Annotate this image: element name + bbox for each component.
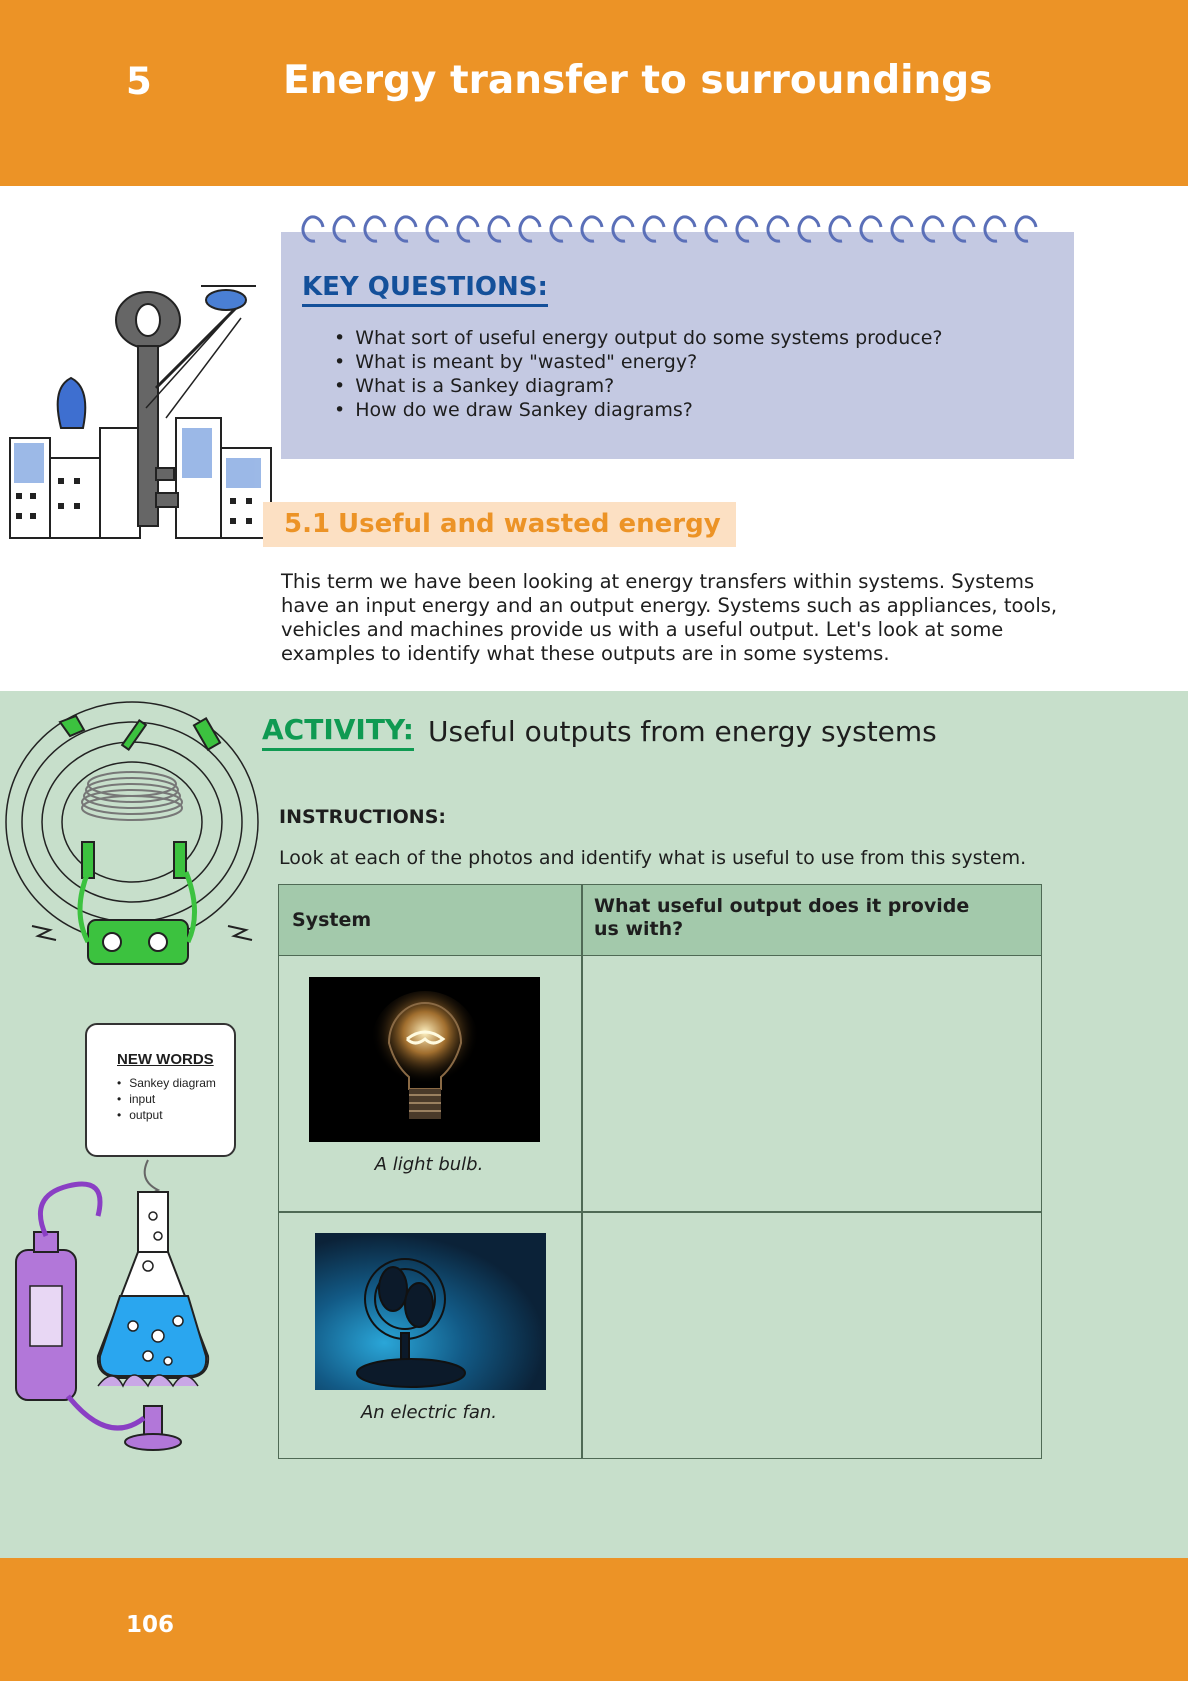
key-questions-title: KEY QUESTIONS: [302, 272, 548, 307]
electric-fan-caption: An electric fan. [360, 1402, 498, 1423]
page-number: 106 [126, 1612, 175, 1638]
table-header-output: What useful output does it provide us wi… [594, 895, 970, 940]
key-question-item: What is a Sankey diagram? [334, 374, 943, 398]
intro-paragraph: This term we have been looking at energy… [281, 570, 1058, 665]
table-column-divider [581, 885, 583, 1458]
new-words-card: NEW WORDS Sankey diagram input output [85, 1023, 236, 1157]
new-word-item: Sankey diagram [117, 1075, 216, 1091]
key-questions-list: What sort of useful energy output do som… [334, 326, 943, 422]
light-bulb-photo [309, 977, 540, 1142]
key-question-item: How do we draw Sankey diagrams? [334, 398, 943, 422]
chapter-title: Energy transfer to surroundings [283, 58, 993, 103]
activity-label: ACTIVITY: [262, 713, 414, 751]
chapter-number: 5 [126, 60, 152, 103]
table-header-system: System [292, 909, 372, 931]
notepad-spiral-binding [301, 215, 1038, 243]
flask-burner-illustration [15, 1159, 210, 1451]
slinky-battery-illustration [5, 701, 259, 965]
new-words-list: Sankey diagram input output [117, 1075, 216, 1123]
electric-fan-photo [315, 1233, 546, 1390]
activity-table: System What useful output does it provid… [278, 884, 1042, 1459]
section-title: Useful and wasted energy [338, 509, 721, 539]
light-bulb-caption: A light bulb. [374, 1154, 484, 1175]
new-word-item: output [117, 1107, 216, 1123]
activity-title: Useful outputs from energy systems [428, 715, 937, 748]
page-footer [0, 1558, 1188, 1681]
instructions-text: Look at each of the photos and identify … [279, 847, 1027, 869]
table-row-divider [279, 1211, 1041, 1213]
key-city-illustration [9, 285, 272, 539]
key-question-item: What is meant by "wasted" energy? [334, 350, 943, 374]
new-words-title: NEW WORDS [117, 1051, 214, 1068]
instructions-label: INSTRUCTIONS: [279, 806, 446, 828]
new-word-item: input [117, 1091, 216, 1107]
section-number: 5.1 [284, 509, 331, 539]
key-question-item: What sort of useful energy output do som… [334, 326, 942, 350]
